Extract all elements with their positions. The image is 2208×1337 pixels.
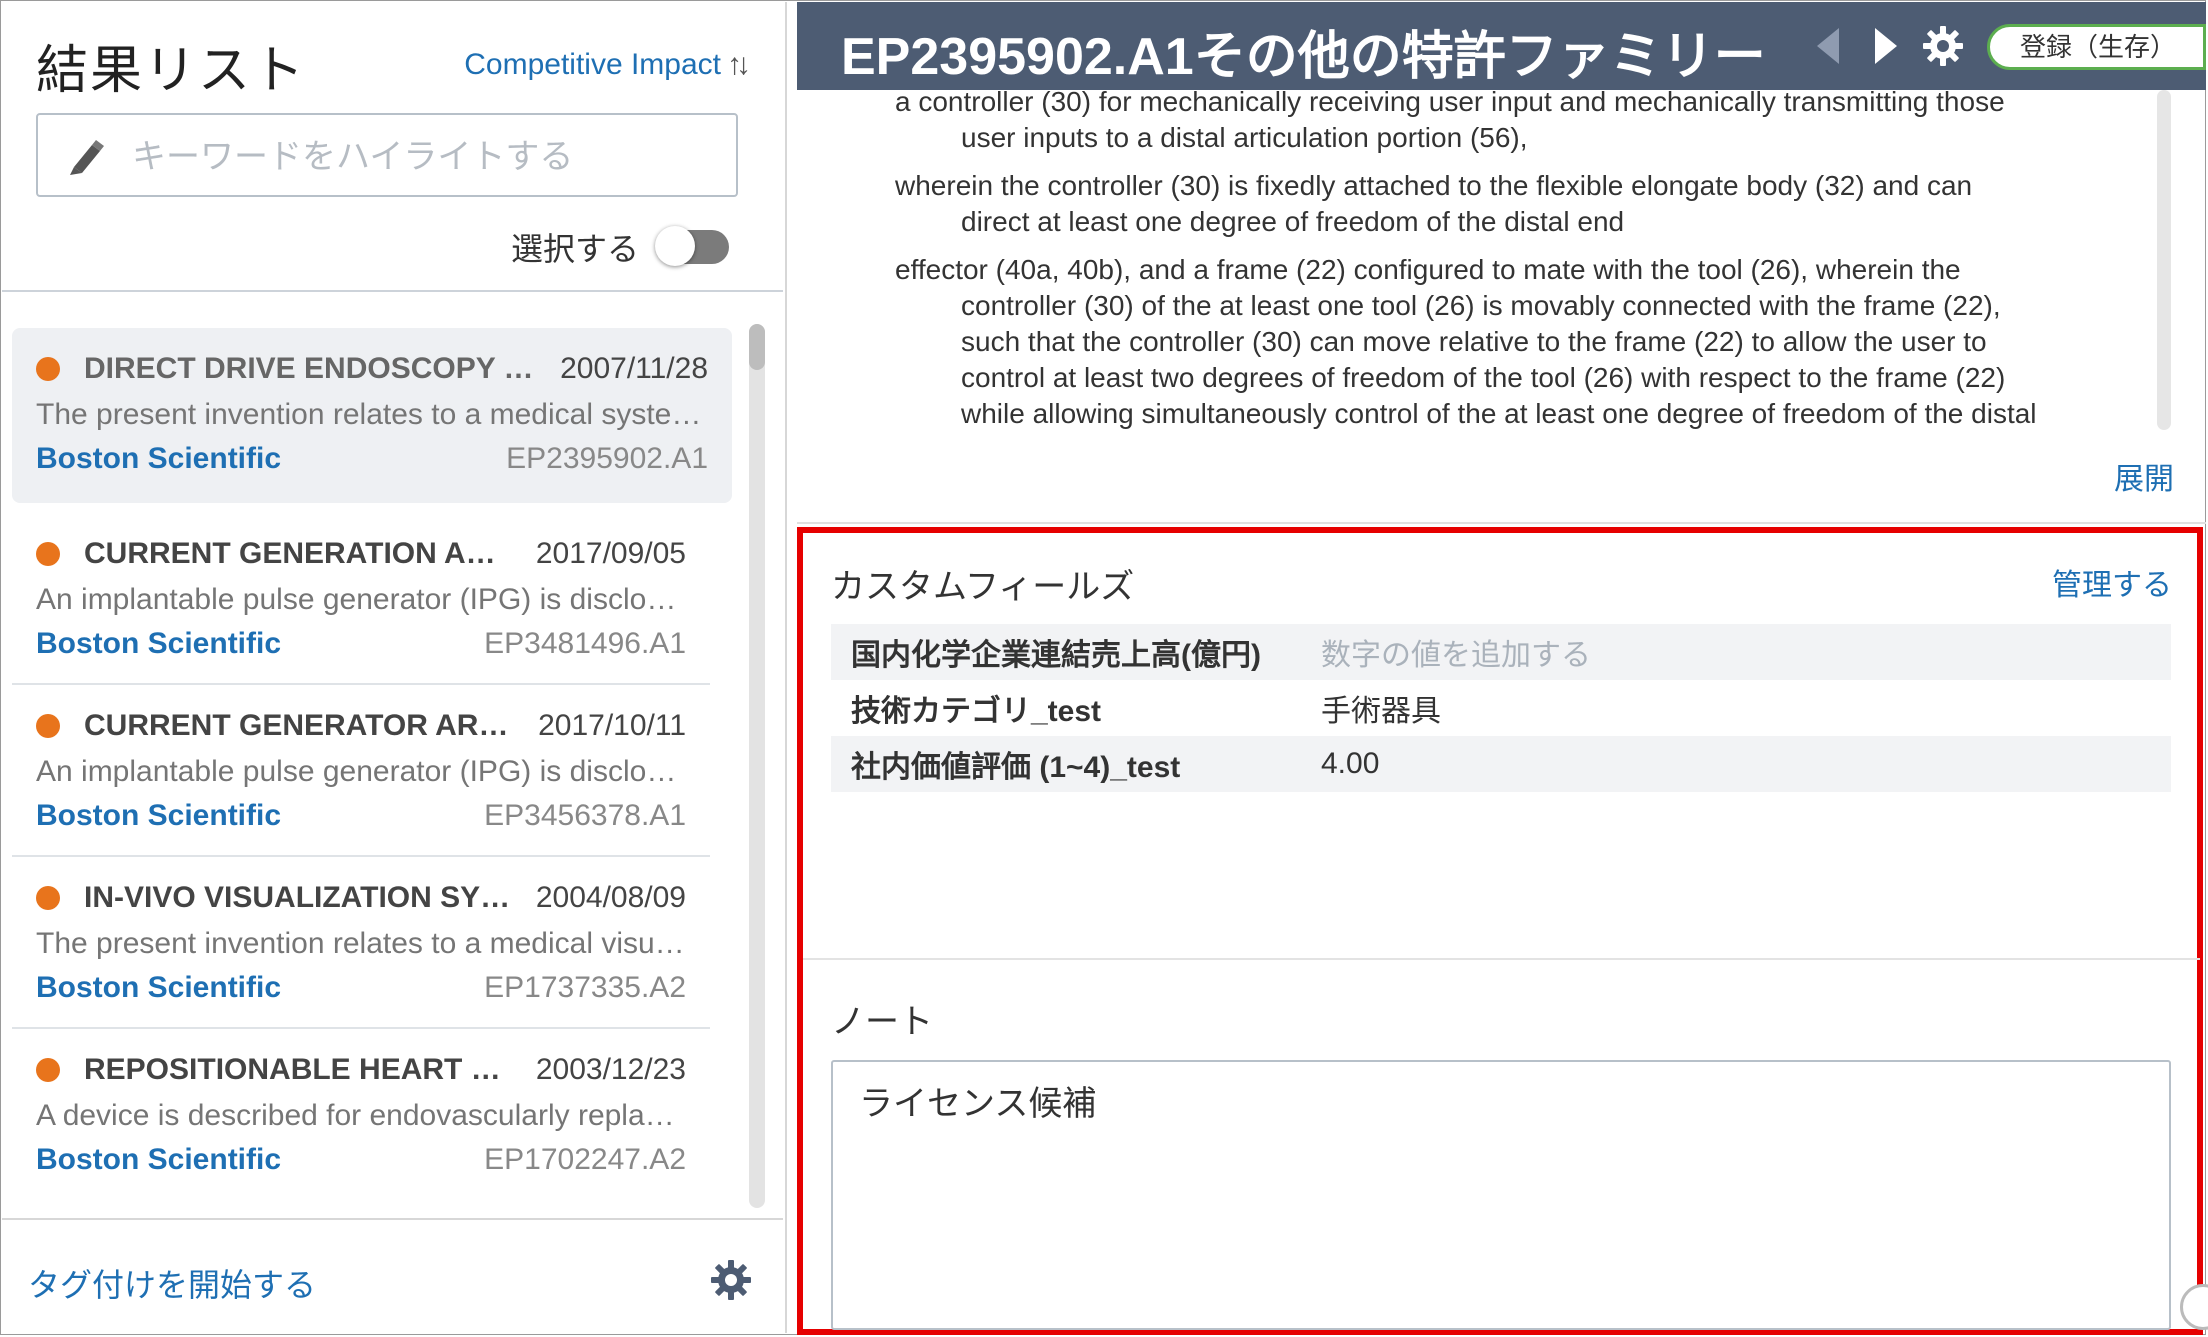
select-mode-row: 選択する <box>511 224 729 270</box>
status-dot <box>36 1058 60 1082</box>
manage-custom-fields-link[interactable]: 管理する <box>2052 560 2172 604</box>
result-date: 2017/09/05 <box>535 537 686 570</box>
toggle-knob[interactable] <box>655 226 695 266</box>
custom-field-value[interactable]: 手術器具 <box>1301 686 1441 730</box>
gear-icon[interactable] <box>709 1258 753 1302</box>
result-item[interactable]: CURRENT GENERATOR ARCHITECTURE FOR AN IM… <box>12 685 710 857</box>
result-publication-number: EP1737335.A2 <box>484 971 686 1004</box>
status-dot <box>36 542 60 566</box>
result-abstract: A device is described for endovascularly… <box>36 1099 686 1132</box>
claim-paragraph: effector (40a, 40b), and a frame (22) co… <box>895 254 2037 429</box>
custom-field-label: 社内価値評価 (1~4)_test <box>851 751 1181 784</box>
note-textarea[interactable]: ライセンス候補 <box>831 1060 2171 1330</box>
result-date: 2004/08/09 <box>535 881 686 914</box>
results-footer: タグ付けを開始する <box>2 1218 783 1335</box>
divider <box>2 290 783 292</box>
result-title[interactable]: CURRENT GENERATOR ARCHITECTURE FOR AN IM… <box>84 709 516 743</box>
claim-paragraph: wherein the controller (30) is fixedly a… <box>895 170 1973 237</box>
results-scrollbar-thumb[interactable] <box>749 324 765 370</box>
result-title[interactable]: DIRECT DRIVE ENDOSCOPY SYSTEMS AND METHO… <box>84 352 538 386</box>
highlight-keyword-input[interactable] <box>130 129 724 185</box>
chevron-left-icon[interactable] <box>1817 28 1839 64</box>
result-company-link[interactable]: Boston Scientific <box>36 1143 281 1177</box>
select-label: 選択する <box>510 231 639 267</box>
results-scrollbar[interactable] <box>749 324 765 1208</box>
divider <box>797 522 2206 524</box>
custom-field-row: 国内化学企業連結売上高(億円) 数字の値を追加する <box>831 624 2171 680</box>
result-abstract: The present invention relates to a medic… <box>36 927 686 960</box>
note-title: ノート <box>831 1003 933 1041</box>
legal-status-badge: 登録（生存） <box>1987 24 2206 70</box>
result-abstract: The present invention relates to a medic… <box>36 398 708 431</box>
result-company-link[interactable]: Boston Scientific <box>36 442 281 476</box>
result-publication-number: EP2395902.A1 <box>506 442 708 475</box>
claim-paragraph: a controller (30) for mechanically recei… <box>895 90 2005 153</box>
claims-scrollbar[interactable] <box>2157 90 2171 430</box>
highlight-search-box[interactable] <box>36 113 738 197</box>
chevron-right-icon[interactable] <box>1875 28 1897 64</box>
custom-field-row: 社内価値評価 (1~4)_test 4.00 <box>831 736 2171 792</box>
result-abstract: An implantable pulse generator (IPG) is … <box>36 755 686 788</box>
detail-panel: EP2395902.A1その他の特許ファミリー 登録（生存） a control… <box>797 2 2208 1335</box>
custom-fields-title: カスタムフィールズ <box>831 568 1135 606</box>
sort-label[interactable]: Competitive Impact <box>464 48 721 82</box>
result-abstract: An implantable pulse generator (IPG) is … <box>36 583 686 616</box>
result-date: 2017/10/11 <box>538 709 686 742</box>
gear-icon[interactable] <box>1921 24 1965 68</box>
custom-fields-table: 国内化学企業連結売上高(億円) 数字の値を追加する 技術カテゴリ_test 手術… <box>831 624 2171 792</box>
custom-field-row: 技術カテゴリ_test 手術器具 <box>831 680 2171 736</box>
custom-field-value-input[interactable]: 数字の値を追加する <box>1301 630 1591 674</box>
status-dot <box>36 714 60 738</box>
result-publication-number: EP3456378.A1 <box>484 799 686 832</box>
result-company-link[interactable]: Boston Scientific <box>36 971 281 1005</box>
detail-header: EP2395902.A1その他の特許ファミリー 登録（生存） <box>797 2 2206 90</box>
start-tagging-link[interactable]: タグ付けを開始する <box>28 1260 316 1306</box>
result-title[interactable]: IN-VIVO VISUALIZATION SYSTEM <box>84 881 514 915</box>
custom-field-label: 技術カテゴリ_test <box>851 695 1102 728</box>
result-title[interactable]: REPOSITIONABLE HEART VALVE <box>84 1053 514 1087</box>
detail-title: EP2395902.A1その他の特許ファミリー <box>841 28 1766 86</box>
result-publication-number: EP3481496.A1 <box>484 627 686 660</box>
select-toggle[interactable] <box>655 226 729 266</box>
custom-field-value[interactable]: 4.00 <box>1301 747 1379 781</box>
result-company-link[interactable]: Boston Scientific <box>36 627 281 661</box>
result-item[interactable]: DIRECT DRIVE ENDOSCOPY SYSTEMS AND METHO… <box>12 328 732 503</box>
result-company-link[interactable]: Boston Scientific <box>36 799 281 833</box>
result-item[interactable]: REPOSITIONABLE HEART VALVE 2003/12/23 A … <box>12 1029 710 1201</box>
result-date: 2007/11/28 <box>560 352 708 385</box>
status-dot <box>36 886 60 910</box>
claims-text: a controller (30) for mechanically recei… <box>797 90 2177 430</box>
highlighter-pen-icon <box>70 140 104 175</box>
results-list: DIRECT DRIVE ENDOSCOPY SYSTEMS AND METHO… <box>12 328 732 1201</box>
result-item[interactable]: CURRENT GENERATION ARCHITECTURE FOR AN I… <box>12 513 710 685</box>
divider <box>803 958 2200 960</box>
result-date: 2003/12/23 <box>535 1053 686 1086</box>
results-panel: 結果リスト Competitive Impact ↑↓ 選択する DIRECT … <box>2 2 787 1333</box>
status-dot <box>36 357 60 381</box>
results-title: 結果リスト <box>36 42 307 100</box>
expand-link[interactable]: 展開 <box>2114 454 2174 498</box>
result-title[interactable]: CURRENT GENERATION ARCHITECTURE FOR AN I… <box>84 537 514 571</box>
sort-arrows-icon[interactable]: ↑↓ <box>727 48 751 82</box>
sort-control[interactable]: Competitive Impact ↑↓ <box>464 48 751 82</box>
result-item[interactable]: IN-VIVO VISUALIZATION SYSTEM 2004/08/09 … <box>12 857 710 1029</box>
result-publication-number: EP1702247.A2 <box>484 1143 686 1176</box>
custom-field-label: 国内化学企業連結売上高(億円) <box>851 639 1261 672</box>
